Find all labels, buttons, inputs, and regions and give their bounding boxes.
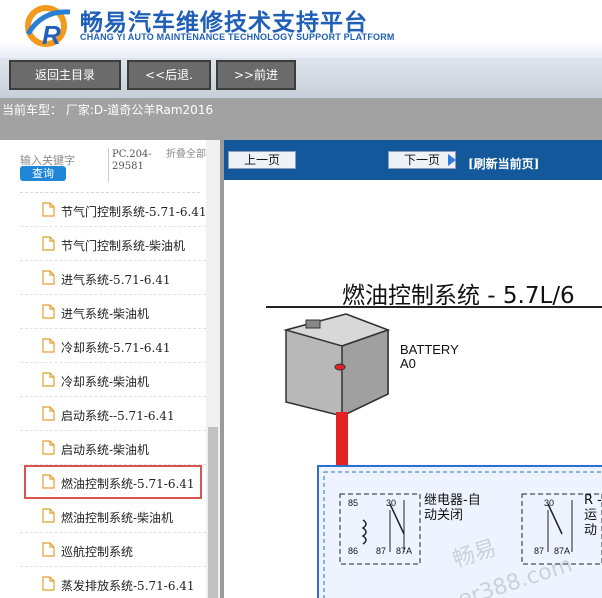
battery-icon (283, 313, 391, 418)
document-icon (42, 236, 55, 251)
pin-label: 85 (348, 498, 359, 508)
collapse-all-button[interactable]: 折叠全部 (166, 149, 206, 161)
battery-wire (336, 412, 348, 466)
tree-item-label: 燃油控制系统-5.71-6.41 (61, 477, 195, 491)
document-icon (42, 474, 55, 489)
app-header: R 畅易汽车维修技术支持平台 CHANG YI AUTO MAINTENANCE… (0, 0, 602, 58)
tree-item-label: 燃油控制系统-柴油机 (61, 511, 174, 525)
tree-item[interactable]: 燃油控制系统-柴油机 (20, 499, 206, 533)
scrollbar-thumb[interactable] (208, 427, 218, 598)
document-icon (42, 508, 55, 523)
document-icon (42, 542, 55, 557)
tree-item-label: 冷却系统-5.71-6.41 (61, 341, 171, 355)
tree-item-label: 进气系统-柴油机 (61, 307, 150, 321)
tree-item[interactable]: 进气系统-5.71-6.41 (20, 261, 206, 295)
platform-subtitle: CHANG YI AUTO MAINTENANCE TECHNOLOGY SUP… (80, 32, 395, 42)
vehicle-info-bar: 当前车型： 厂家:D-道奇公羊Ram2016 (0, 98, 602, 140)
sidebar-scrollbar[interactable] (206, 140, 220, 598)
back-button[interactable]: <<后退. (127, 60, 211, 90)
pin-label: 30 (386, 498, 397, 508)
pin-label: 30 (544, 498, 555, 508)
search-button[interactable]: 查询 (20, 166, 66, 181)
home-button[interactable]: 返回主目录 (9, 60, 121, 90)
pin-label: 87A (396, 546, 413, 556)
arrow-right-icon[interactable] (448, 154, 456, 166)
document-icon (42, 440, 55, 455)
logo-icon: R (25, 5, 71, 48)
tree-item[interactable]: 节气门控制系统-5.71-6.41 (20, 193, 207, 227)
forward-button[interactable]: >>前进 (216, 60, 296, 90)
document-icon (42, 338, 55, 353)
system-tree: 节气门控制系统-5.71-6.41 节气门控制系统-柴油机 进气系统-5.71-… (20, 193, 207, 598)
document-icon (42, 372, 55, 387)
sidebar: 输入关键字 查询 PC.204-29581 折叠全部 节气门控制系统-5.71-… (0, 140, 222, 598)
tree-item[interactable]: 节气门控制系统-柴油机 (20, 227, 206, 261)
tree-item[interactable]: 进气系统-柴油机 (20, 295, 206, 329)
tree-item-label: 节气门控制系统-5.71-6.41 (61, 205, 207, 219)
tree-item-selected[interactable]: 燃油控制系统-5.71-6.41 (24, 465, 202, 499)
refresh-page-link[interactable]: [刷新当前页] (468, 155, 539, 172)
next-page-button[interactable]: 下一页 (388, 151, 456, 169)
divider (108, 148, 109, 182)
relay2-label: R -运动 (584, 493, 602, 538)
tree-item-label: 冷却系统-柴油机 (61, 375, 150, 389)
document-icon (42, 270, 55, 285)
pin-label: 87 (534, 546, 545, 556)
tree-item-label: 蒸发排放系统-5.71-6.41 (61, 579, 195, 593)
tree-item[interactable]: 启动系统-柴油机 (20, 431, 206, 465)
pin-label: 87 (376, 546, 387, 556)
tree-item[interactable]: 蒸发排放系统-5.71-6.41 (20, 567, 206, 598)
document-icon (42, 576, 55, 591)
document-icon (42, 406, 55, 421)
nav-bar: 返回主目录 <<后退. >>前进 (0, 58, 602, 98)
tree-item-label: 启动系统-柴油机 (61, 443, 150, 457)
tree-item-label: 启动系统--5.71-6.41 (61, 409, 175, 423)
tree-item[interactable]: 启动系统--5.71-6.41 (20, 397, 206, 431)
document-icon (42, 304, 55, 319)
pc-code: PC.204-29581 (112, 149, 152, 172)
svg-text:R: R (42, 20, 61, 48)
wiring-diagram: 燃油控制系统 - 5.7L/6 BATTERY A0 继电器-自动关闭 R -运… (224, 180, 602, 598)
current-vehicle: 当前车型： 厂家:D-道奇公羊Ram2016 (2, 103, 214, 117)
prev-page-button[interactable]: 上一页 (228, 151, 296, 169)
tree-item[interactable]: 巡航控制系统 (20, 533, 206, 567)
content-toolbar: 上一页 下一页 [刷新当前页] (224, 140, 602, 180)
battery-label: BATTERY A0 (400, 342, 459, 371)
diagram-graphics (283, 313, 602, 598)
tree-item[interactable]: 冷却系统-5.71-6.41 (20, 329, 206, 363)
tree-item[interactable]: 冷却系统-柴油机 (20, 363, 206, 397)
tree-item-label: 进气系统-5.71-6.41 (61, 273, 171, 287)
tree-item-label: 节气门控制系统-柴油机 (61, 239, 186, 253)
relay-label: 继电器-自动关闭 (424, 493, 481, 523)
pin-label: 86 (348, 546, 359, 556)
tree-item-label: 巡航控制系统 (61, 545, 134, 559)
document-icon (42, 202, 55, 217)
